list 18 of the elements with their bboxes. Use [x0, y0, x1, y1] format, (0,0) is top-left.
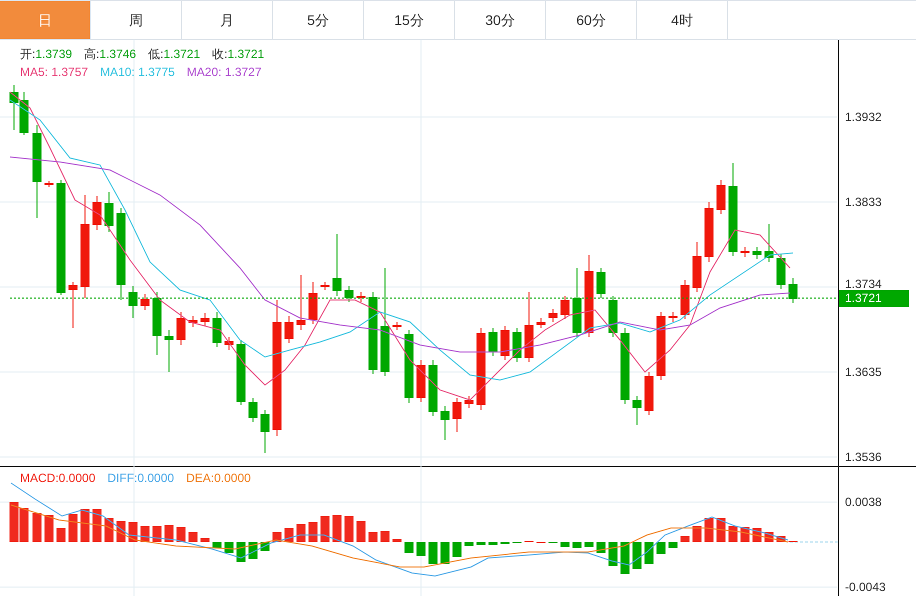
price-axis-label: 1.3932	[845, 110, 882, 124]
price-axis-label: 1.3635	[845, 365, 882, 379]
ohlc-value: 收:1.3721	[212, 47, 264, 62]
moving-average-value: MA5: 1.3757	[20, 65, 88, 80]
macd-legend-value: DIFF:0.0000	[107, 471, 174, 486]
current-price-label: 1.3721	[839, 290, 909, 308]
macd-legend-value: MACD:0.0000	[20, 471, 96, 486]
ohlc-value: 高:1.3746	[84, 47, 136, 62]
price-axis-label: 1.3734	[845, 277, 882, 292]
price-axis-label: 1.3833	[845, 195, 882, 209]
moving-average-value: MA10: 1.3775	[100, 65, 175, 80]
ohlc-value: 开:1.3739	[20, 47, 72, 62]
price-axis-label: 1.3536	[845, 450, 882, 464]
ohlc-value: 低:1.3721	[148, 47, 200, 62]
macd-axis-label: 0.0038	[845, 495, 882, 510]
moving-average-value: MA20: 1.3727	[186, 65, 262, 80]
macd-legend-value: DEA:0.0000	[186, 471, 251, 486]
macd-axis-label: -0.0043	[845, 580, 886, 594]
